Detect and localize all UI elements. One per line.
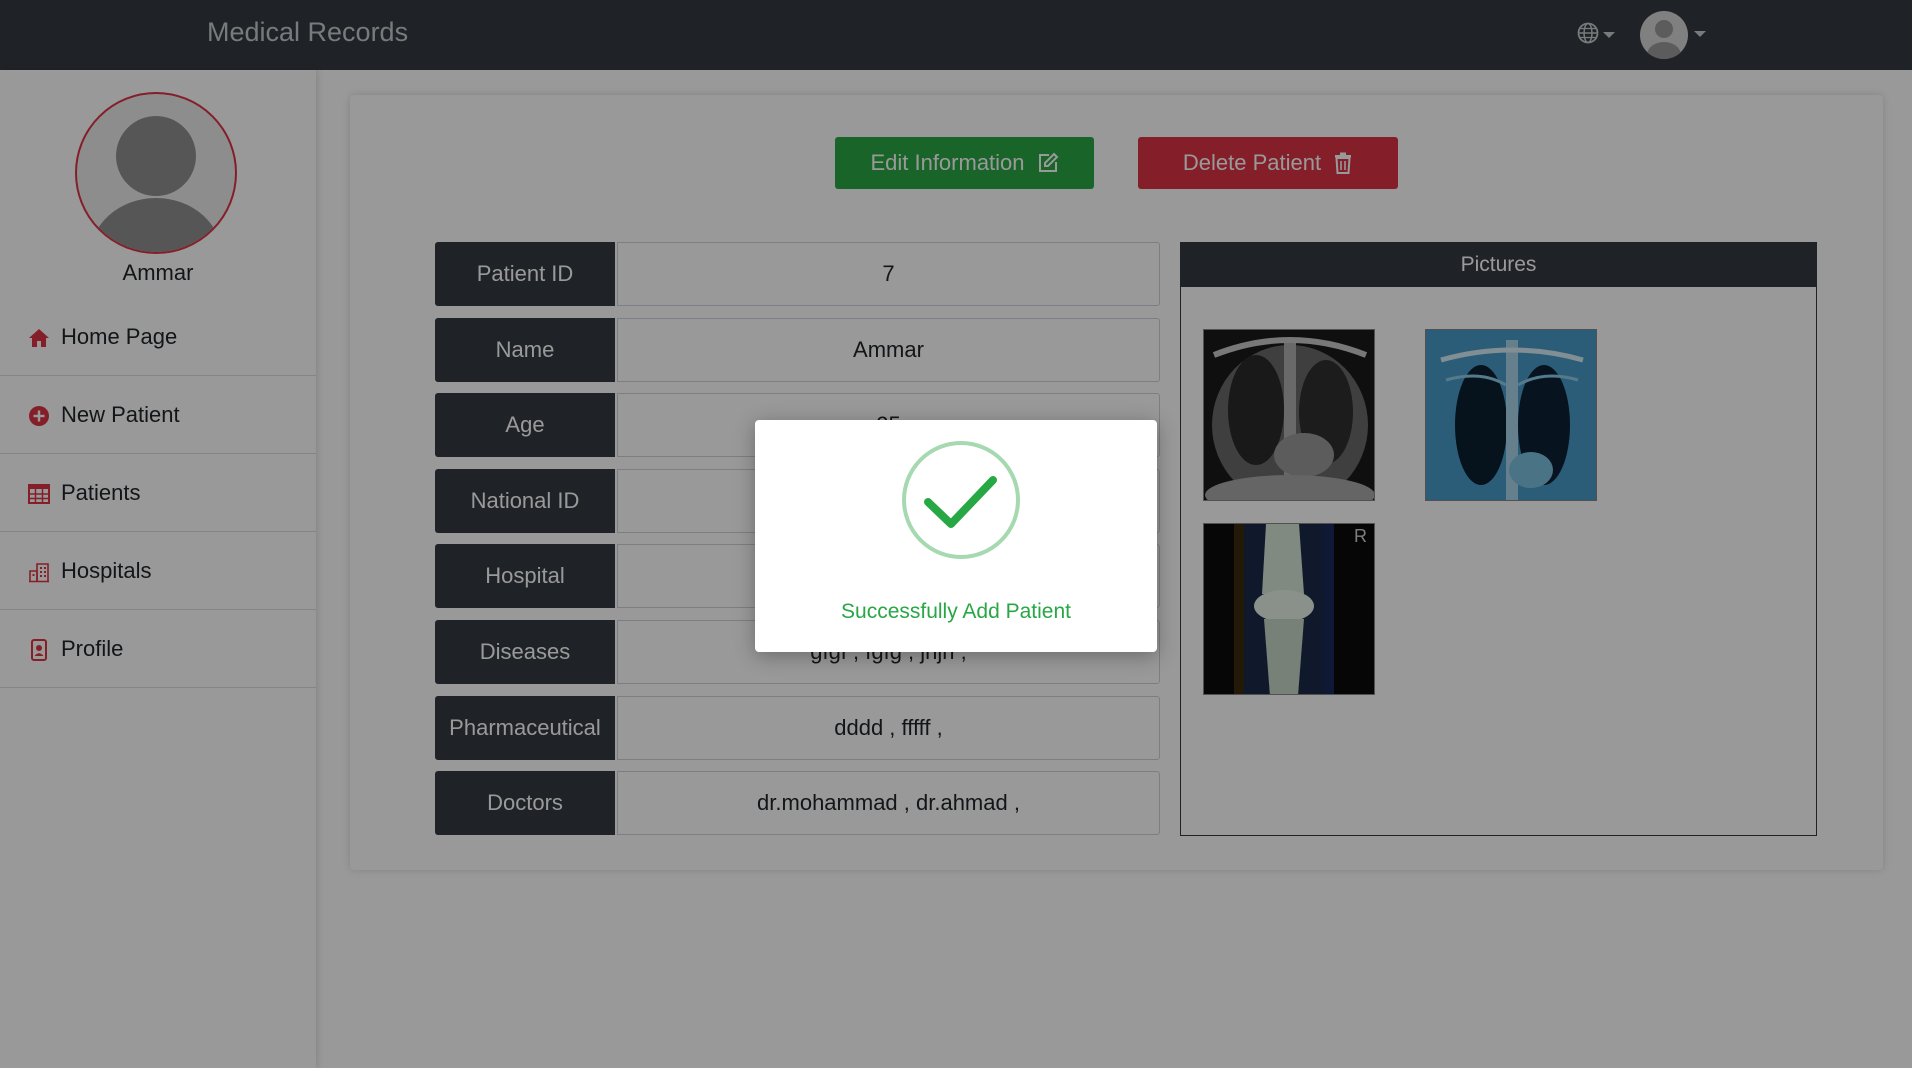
success-modal: Successfully Add Patient <box>755 420 1157 652</box>
check-circle-icon <box>902 441 1020 559</box>
success-message: Successfully Add Patient <box>841 600 1071 623</box>
